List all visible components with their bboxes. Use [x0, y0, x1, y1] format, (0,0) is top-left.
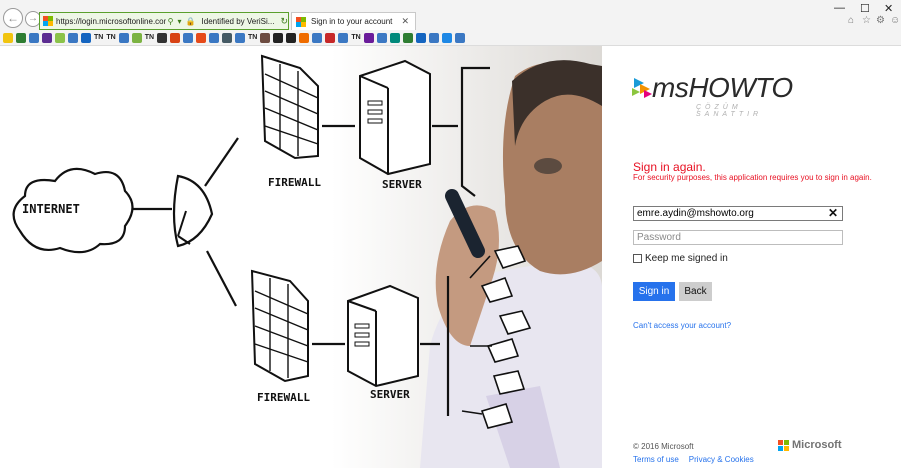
microsoft-logo: Microsoft	[778, 439, 842, 451]
bookmark-icon[interactable]	[222, 32, 233, 43]
bookmark-tn[interactable]: TN	[94, 34, 103, 41]
browser-titlebar: ← → https://login.microsoftonline.com/lo…	[0, 0, 901, 30]
close-tab-icon[interactable]: ✕	[401, 16, 409, 27]
tab-sign-in[interactable]: Sign in to your account ✕	[291, 12, 416, 30]
bookmark-icon[interactable]	[389, 32, 400, 43]
url-text[interactable]: https://login.microsoftonline.com/login.…	[56, 17, 166, 26]
bookmark-icon[interactable]	[235, 32, 246, 43]
tab-title: Sign in to your account	[311, 17, 393, 26]
address-bar[interactable]: https://login.microsoftonline.com/login.…	[39, 12, 289, 30]
logo-text: msHOWTO	[652, 72, 793, 103]
favorites-bar: TN TN TN TN TN	[0, 30, 901, 46]
keep-signed-in[interactable]: Keep me signed in	[633, 253, 728, 264]
sign-in-button[interactable]: Sign in	[633, 282, 675, 301]
microsoft-favicon	[296, 16, 306, 27]
microsoft-logo-icon	[778, 439, 789, 451]
copyright-text: © 2016 Microsoft	[633, 442, 694, 451]
search-icon[interactable]: ⚲	[168, 17, 174, 26]
keep-signed-in-checkbox[interactable]	[633, 254, 642, 263]
back-button[interactable]: ←	[3, 8, 23, 28]
dropdown-icon[interactable]: ▾	[178, 17, 182, 26]
bookmark-icon[interactable]	[454, 32, 465, 43]
favorites-star-icon[interactable]	[3, 32, 13, 43]
network-diagram: INTERNET FIREWALL SERVER FIREWALL SERVER	[0, 46, 602, 468]
help-icon[interactable]	[441, 32, 452, 43]
server-icon-bottom	[347, 284, 419, 388]
bookmark-icon[interactable]	[170, 32, 181, 43]
server-label-bottom: SERVER	[370, 388, 410, 401]
bookmark-icon[interactable]	[81, 32, 91, 43]
favorites-icon[interactable]: ☆	[862, 15, 871, 26]
minimize-icon[interactable]: —	[834, 2, 845, 14]
bookmark-icon[interactable]	[260, 32, 271, 43]
email-field[interactable]	[633, 206, 843, 221]
bookmark-icon[interactable]	[415, 32, 426, 43]
bookmark-icon[interactable]	[118, 32, 129, 43]
microsoft-wordmark: Microsoft	[792, 439, 842, 451]
terms-of-use-link[interactable]: Terms of use	[633, 455, 679, 464]
bookmark-icon[interactable]	[42, 32, 52, 43]
bookmark-icon[interactable]	[183, 32, 194, 43]
firewall-label-bottom: FIREWALL	[257, 391, 310, 404]
server-icon-top	[359, 59, 431, 176]
cant-access-link[interactable]: Can't access your account?	[633, 321, 731, 330]
back-link-button[interactable]: Back	[679, 282, 712, 301]
bookmark-icon[interactable]	[55, 32, 65, 43]
bookmark-icon[interactable]	[286, 32, 297, 43]
lock-icon[interactable]: 🔒	[186, 17, 196, 26]
bookmark-icon[interactable]	[428, 32, 439, 43]
maximize-icon[interactable]: ☐	[860, 2, 870, 15]
bookmark-icon[interactable]	[312, 32, 323, 43]
signin-panel: msHOWTO ÇÖZÜM SANATTIR Sign in again. Fo…	[602, 46, 901, 468]
bookmark-icon[interactable]	[68, 32, 78, 43]
refresh-icon[interactable]: ↻	[280, 16, 288, 27]
privacy-cookies-link[interactable]: Privacy & Cookies	[689, 455, 754, 464]
identity-text[interactable]: Identified by VeriSi...	[202, 17, 275, 26]
bookmark-tn[interactable]: TN	[351, 34, 360, 41]
microsoft-favicon	[43, 16, 53, 26]
smiley-icon[interactable]: ☺	[890, 15, 900, 26]
bookmark-icon[interactable]	[299, 32, 310, 43]
bookmark-icon[interactable]	[402, 32, 413, 43]
brand-logo: msHOWTO ÇÖZÜM SANATTIR	[632, 66, 812, 118]
server-label-top: SERVER	[382, 178, 422, 191]
firewall-label-top: FIREWALL	[268, 176, 321, 189]
signin-message: For security purposes, this application …	[633, 173, 872, 182]
bookmark-tn[interactable]: TN	[248, 34, 257, 41]
bookmark-icon[interactable]	[376, 32, 387, 43]
hero-illustration: INTERNET FIREWALL SERVER FIREWALL SERVER	[0, 46, 602, 468]
keep-signed-in-label[interactable]: Keep me signed in	[645, 253, 728, 264]
settings-icon[interactable]: ⚙	[876, 15, 885, 26]
bookmark-icon[interactable]	[196, 32, 207, 43]
home-icon[interactable]: ⌂	[848, 15, 854, 26]
bookmark-icon[interactable]	[157, 32, 168, 43]
clear-icon[interactable]: ✕	[828, 207, 838, 220]
bookmark-tn[interactable]: TN	[106, 34, 115, 41]
bookmark-icon[interactable]	[131, 32, 142, 43]
bookmark-icon[interactable]	[273, 32, 284, 43]
bookmark-icon[interactable]	[16, 32, 26, 43]
bookmark-icon[interactable]	[29, 32, 39, 43]
bookmark-icon[interactable]	[209, 32, 220, 43]
bookmark-icon[interactable]	[338, 32, 349, 43]
bookmark-icon[interactable]	[325, 32, 336, 43]
bookmark-icon[interactable]	[363, 32, 374, 43]
footer-links: Terms of use Privacy & Cookies	[633, 455, 754, 464]
logo-tagline: ÇÖZÜM SANATTIR	[696, 104, 763, 118]
close-window-icon[interactable]: ✕	[884, 2, 893, 15]
password-field[interactable]	[633, 230, 843, 245]
bookmark-tn[interactable]: TN	[145, 34, 154, 41]
signin-heading: Sign in again.	[633, 160, 706, 174]
internet-label: INTERNET	[22, 202, 80, 216]
